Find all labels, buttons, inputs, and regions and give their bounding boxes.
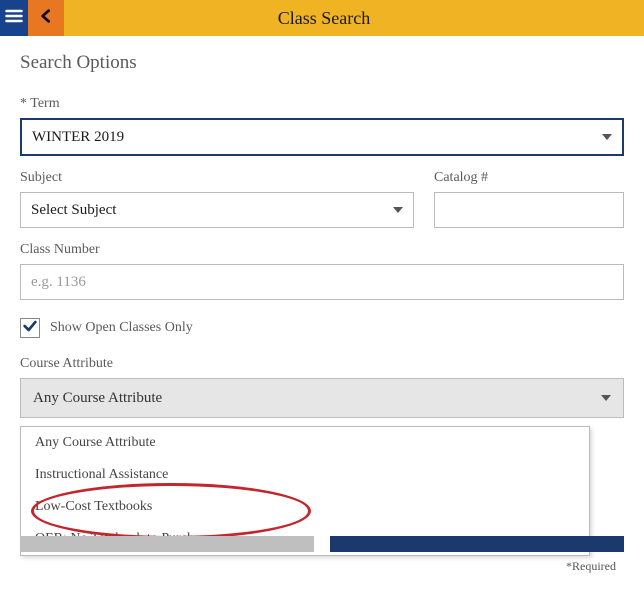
show-open-label: Show Open Classes Only [50,320,193,336]
chevron-down-icon [602,134,612,140]
hamburger-icon [4,6,24,31]
term-label: * Term [20,96,624,112]
dropdown-option[interactable]: Instructional Assistance [21,459,589,491]
course-attribute-select[interactable]: Any Course Attribute [20,378,624,418]
term-selected-value: WINTER 2019 [32,129,124,146]
subject-select[interactable]: Select Subject [20,192,414,228]
catalog-label: Catalog # [434,170,624,186]
title-bar: Class Search [0,0,644,36]
checkmark-icon [22,318,38,339]
page-title: Class Search [64,8,644,29]
dropdown-option[interactable]: Low-Cost Textbooks [21,491,589,523]
search-button[interactable] [330,536,624,552]
chevron-left-icon [38,8,54,29]
chevron-down-icon [393,207,403,213]
show-open-checkbox[interactable] [20,318,40,338]
search-options-heading: Search Options [20,52,624,74]
required-note: *Required [566,559,616,574]
course-attribute-selected-value: Any Course Attribute [33,390,162,407]
course-attribute-label: Course Attribute [20,356,624,372]
back-button[interactable] [28,0,64,36]
subject-label: Subject [20,170,414,186]
subject-selected-value: Select Subject [31,202,116,219]
class-number-label: Class Number [20,242,624,258]
class-number-input[interactable] [20,264,624,300]
dropdown-option[interactable]: Any Course Attribute [21,427,589,459]
clear-button[interactable] [20,536,314,552]
menu-button[interactable] [0,0,28,36]
term-select[interactable]: WINTER 2019 [20,118,624,156]
catalog-input[interactable] [434,192,624,228]
chevron-down-icon [601,395,611,401]
